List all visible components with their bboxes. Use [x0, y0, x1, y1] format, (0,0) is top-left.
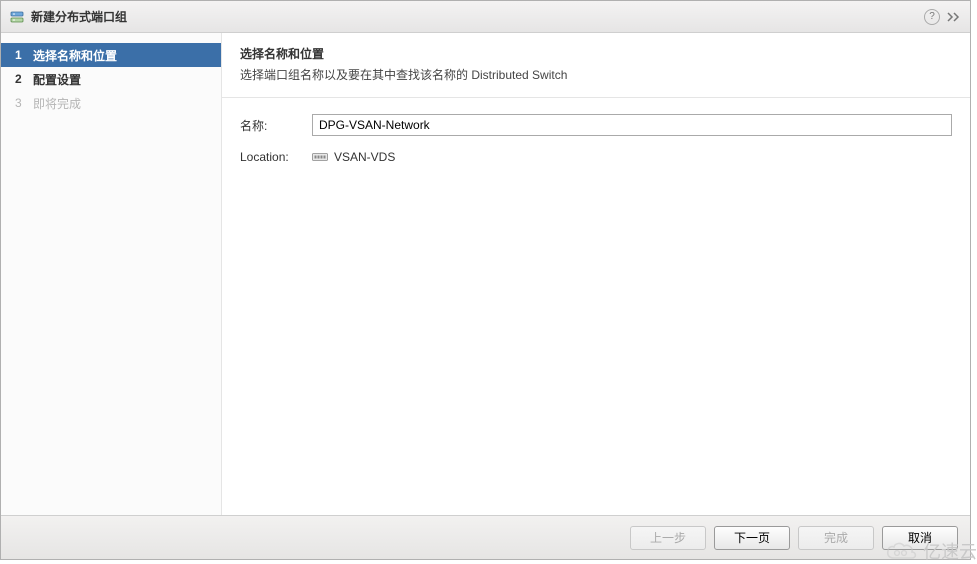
next-button[interactable]: 下一页 [714, 526, 790, 550]
name-input[interactable] [312, 114, 952, 136]
expand-icon[interactable] [946, 9, 962, 25]
window-title: 新建分布式端口组 [31, 8, 924, 25]
step-label: 配置设置 [33, 71, 81, 88]
help-icon[interactable]: ? [924, 9, 940, 25]
titlebar: 新建分布式端口组 ? [1, 1, 970, 33]
location-label: Location: [240, 150, 312, 164]
step-configure-settings[interactable]: 2 配置设置 [1, 67, 221, 91]
back-button: 上一步 [630, 526, 706, 550]
location-value: VSAN-VDS [312, 150, 395, 164]
wizard-content: 选择名称和位置 选择端口组名称以及要在其中查找该名称的 Distributed … [222, 33, 970, 515]
title-controls: ? [924, 9, 962, 25]
wizard-dialog: 新建分布式端口组 ? 1 选择名称和位置 2 配置设置 3 [0, 0, 971, 560]
cancel-button[interactable]: 取消 [882, 526, 958, 550]
step-label: 即将完成 [33, 95, 81, 112]
step-number: 1 [15, 48, 29, 62]
step-select-name-location[interactable]: 1 选择名称和位置 [1, 43, 221, 67]
distributed-switch-icon [312, 151, 328, 163]
wizard-sidebar: 1 选择名称和位置 2 配置设置 3 即将完成 [1, 33, 222, 515]
name-label: 名称: [240, 117, 312, 134]
wizard-footer: 上一步 下一页 完成 取消 [1, 515, 970, 559]
step-number: 2 [15, 72, 29, 86]
finish-button: 完成 [798, 526, 874, 550]
location-text: VSAN-VDS [334, 150, 395, 164]
name-row: 名称: [240, 114, 952, 136]
location-row: Location: VSAN-VDS [240, 150, 952, 164]
step-label: 选择名称和位置 [33, 47, 117, 64]
step-number: 3 [15, 96, 29, 110]
step-ready-complete: 3 即将完成 [1, 91, 221, 115]
body: 1 选择名称和位置 2 配置设置 3 即将完成 选择名称和位置 选择端口组名称以… [1, 33, 970, 515]
content-subtitle: 选择端口组名称以及要在其中查找该名称的 Distributed Switch [240, 66, 952, 83]
port-group-icon [9, 9, 25, 25]
divider [222, 97, 970, 98]
content-heading: 选择名称和位置 [240, 45, 952, 62]
